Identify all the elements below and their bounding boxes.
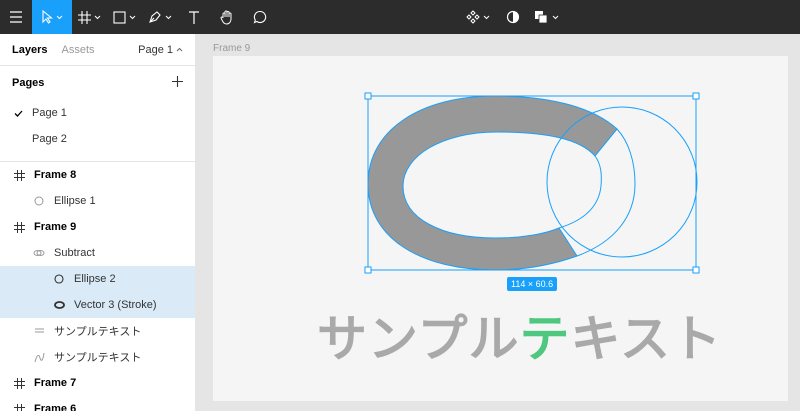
comment-bubble-icon	[253, 10, 267, 24]
frame-icon	[12, 402, 26, 411]
plus-icon	[172, 76, 183, 87]
page-item-label: Page 1	[32, 107, 67, 119]
layer-row-text-sample[interactable]: サンプルテキスト	[0, 318, 195, 344]
tab-layers[interactable]: Layers	[12, 44, 47, 56]
layer-row-frame-6[interactable]: Frame 6	[0, 396, 195, 411]
ellipse-icon	[32, 194, 46, 208]
subtract-icon	[32, 246, 46, 260]
layer-label: サンプルテキスト	[54, 326, 142, 338]
layer-label: Ellipse 1	[54, 195, 96, 207]
add-page-button[interactable]	[172, 76, 183, 90]
boolean-union-icon	[534, 11, 547, 24]
resize-handle-tl[interactable]	[364, 92, 372, 100]
resize-handle-bl[interactable]	[364, 266, 372, 274]
chevron-up-icon	[176, 47, 183, 52]
page-item-page-2[interactable]: Page 2	[0, 126, 195, 152]
mask-button[interactable]	[498, 0, 528, 34]
layer-row-frame-8[interactable]: Frame 8	[0, 162, 195, 188]
layer-row-ellipse-2[interactable]: Ellipse 2	[0, 266, 195, 292]
chevron-down-icon	[56, 15, 63, 19]
components-button[interactable]	[458, 0, 498, 34]
layer-label: Frame 8	[34, 169, 77, 181]
sample-text-accent: テ	[519, 311, 571, 367]
sample-text-tail: キスト	[570, 311, 722, 367]
layer-label: Frame 9	[34, 221, 77, 233]
chevron-down-icon	[483, 15, 490, 19]
chevron-down-icon	[94, 15, 100, 19]
main-menu-button[interactable]	[0, 0, 32, 34]
page-selector-label: Page 1	[138, 43, 173, 56]
ellipse-icon	[52, 272, 66, 286]
layer-row-path-sample[interactable]: サンプルテキスト	[0, 344, 195, 370]
frame-hash-icon	[77, 10, 91, 24]
layer-row-subtract[interactable]: Subtract	[0, 240, 195, 266]
frame-icon	[12, 220, 26, 234]
panel-tabs: Layers Assets Page 1	[0, 34, 195, 66]
component-diamond-icon	[466, 10, 480, 24]
sample-text-main: サンプル	[317, 311, 520, 367]
resize-handle-tr[interactable]	[692, 92, 700, 100]
pen-tool-button[interactable]	[142, 0, 178, 34]
layer-label: Vector 3 (Stroke)	[74, 299, 157, 311]
hand-tool-button[interactable]	[210, 0, 244, 34]
layer-label: Ellipse 2	[74, 273, 116, 285]
frame-icon	[12, 168, 26, 182]
inner-outline	[558, 155, 602, 229]
comment-tool-button[interactable]	[244, 0, 276, 34]
pages-header: Pages	[0, 66, 195, 100]
toolbar	[0, 0, 800, 34]
text-t-icon	[189, 10, 199, 24]
chevron-down-icon	[552, 15, 558, 19]
chevron-down-icon	[129, 15, 135, 19]
layer-row-frame-7[interactable]: Frame 7	[0, 370, 195, 396]
hand-icon	[220, 10, 232, 25]
canvas[interactable]: Frame 9 114 × 60.6 サンプルテキスト	[197, 34, 800, 411]
pages-title: Pages	[12, 77, 45, 89]
size-badge: 114 × 60.6	[507, 277, 558, 291]
cursor-arrow-icon	[42, 10, 53, 24]
page-item-page-1[interactable]: Page 1	[0, 100, 195, 126]
layer-row-vector-3-stroke[interactable]: Vector 3 (Stroke)	[0, 292, 195, 318]
shape-tool-button[interactable]	[106, 0, 142, 34]
layer-label: Frame 7	[34, 377, 77, 389]
boolean-ops-button[interactable]	[528, 0, 564, 34]
rectangle-icon	[112, 10, 126, 24]
layer-label: Frame 6	[34, 403, 77, 411]
chevron-down-icon	[165, 15, 172, 19]
layer-row-frame-9[interactable]: Frame 9	[0, 214, 195, 240]
page-selector[interactable]: Page 1	[138, 44, 183, 56]
layer-row-ellipse-1[interactable]: Ellipse 1	[0, 188, 195, 214]
move-tool-button[interactable]	[32, 0, 72, 34]
layer-list: Frame 8 Ellipse 1 Frame 9 Subtract Ellip…	[0, 162, 195, 411]
resize-handle-br[interactable]	[692, 266, 700, 274]
layers-panel: Layers Assets Page 1 Pages Page 1 Page 2…	[0, 34, 196, 411]
frame-tool-button[interactable]	[72, 0, 106, 34]
tab-assets[interactable]: Assets	[61, 44, 94, 56]
layer-label: Subtract	[54, 247, 95, 259]
layer-label: サンプルテキスト	[54, 352, 142, 364]
frame-icon	[12, 376, 26, 390]
vector-stroke-icon	[52, 298, 66, 312]
hamburger-icon	[10, 11, 22, 23]
vector-path-icon	[32, 350, 46, 364]
contrast-half-circle-icon	[506, 10, 520, 24]
pen-icon	[149, 11, 161, 23]
check-icon	[0, 110, 32, 117]
text-tool-button[interactable]	[178, 0, 210, 34]
page-item-label: Page 2	[32, 133, 67, 145]
text-layer-icon	[32, 324, 46, 338]
sample-text[interactable]: サンプルテキスト	[317, 299, 722, 371]
